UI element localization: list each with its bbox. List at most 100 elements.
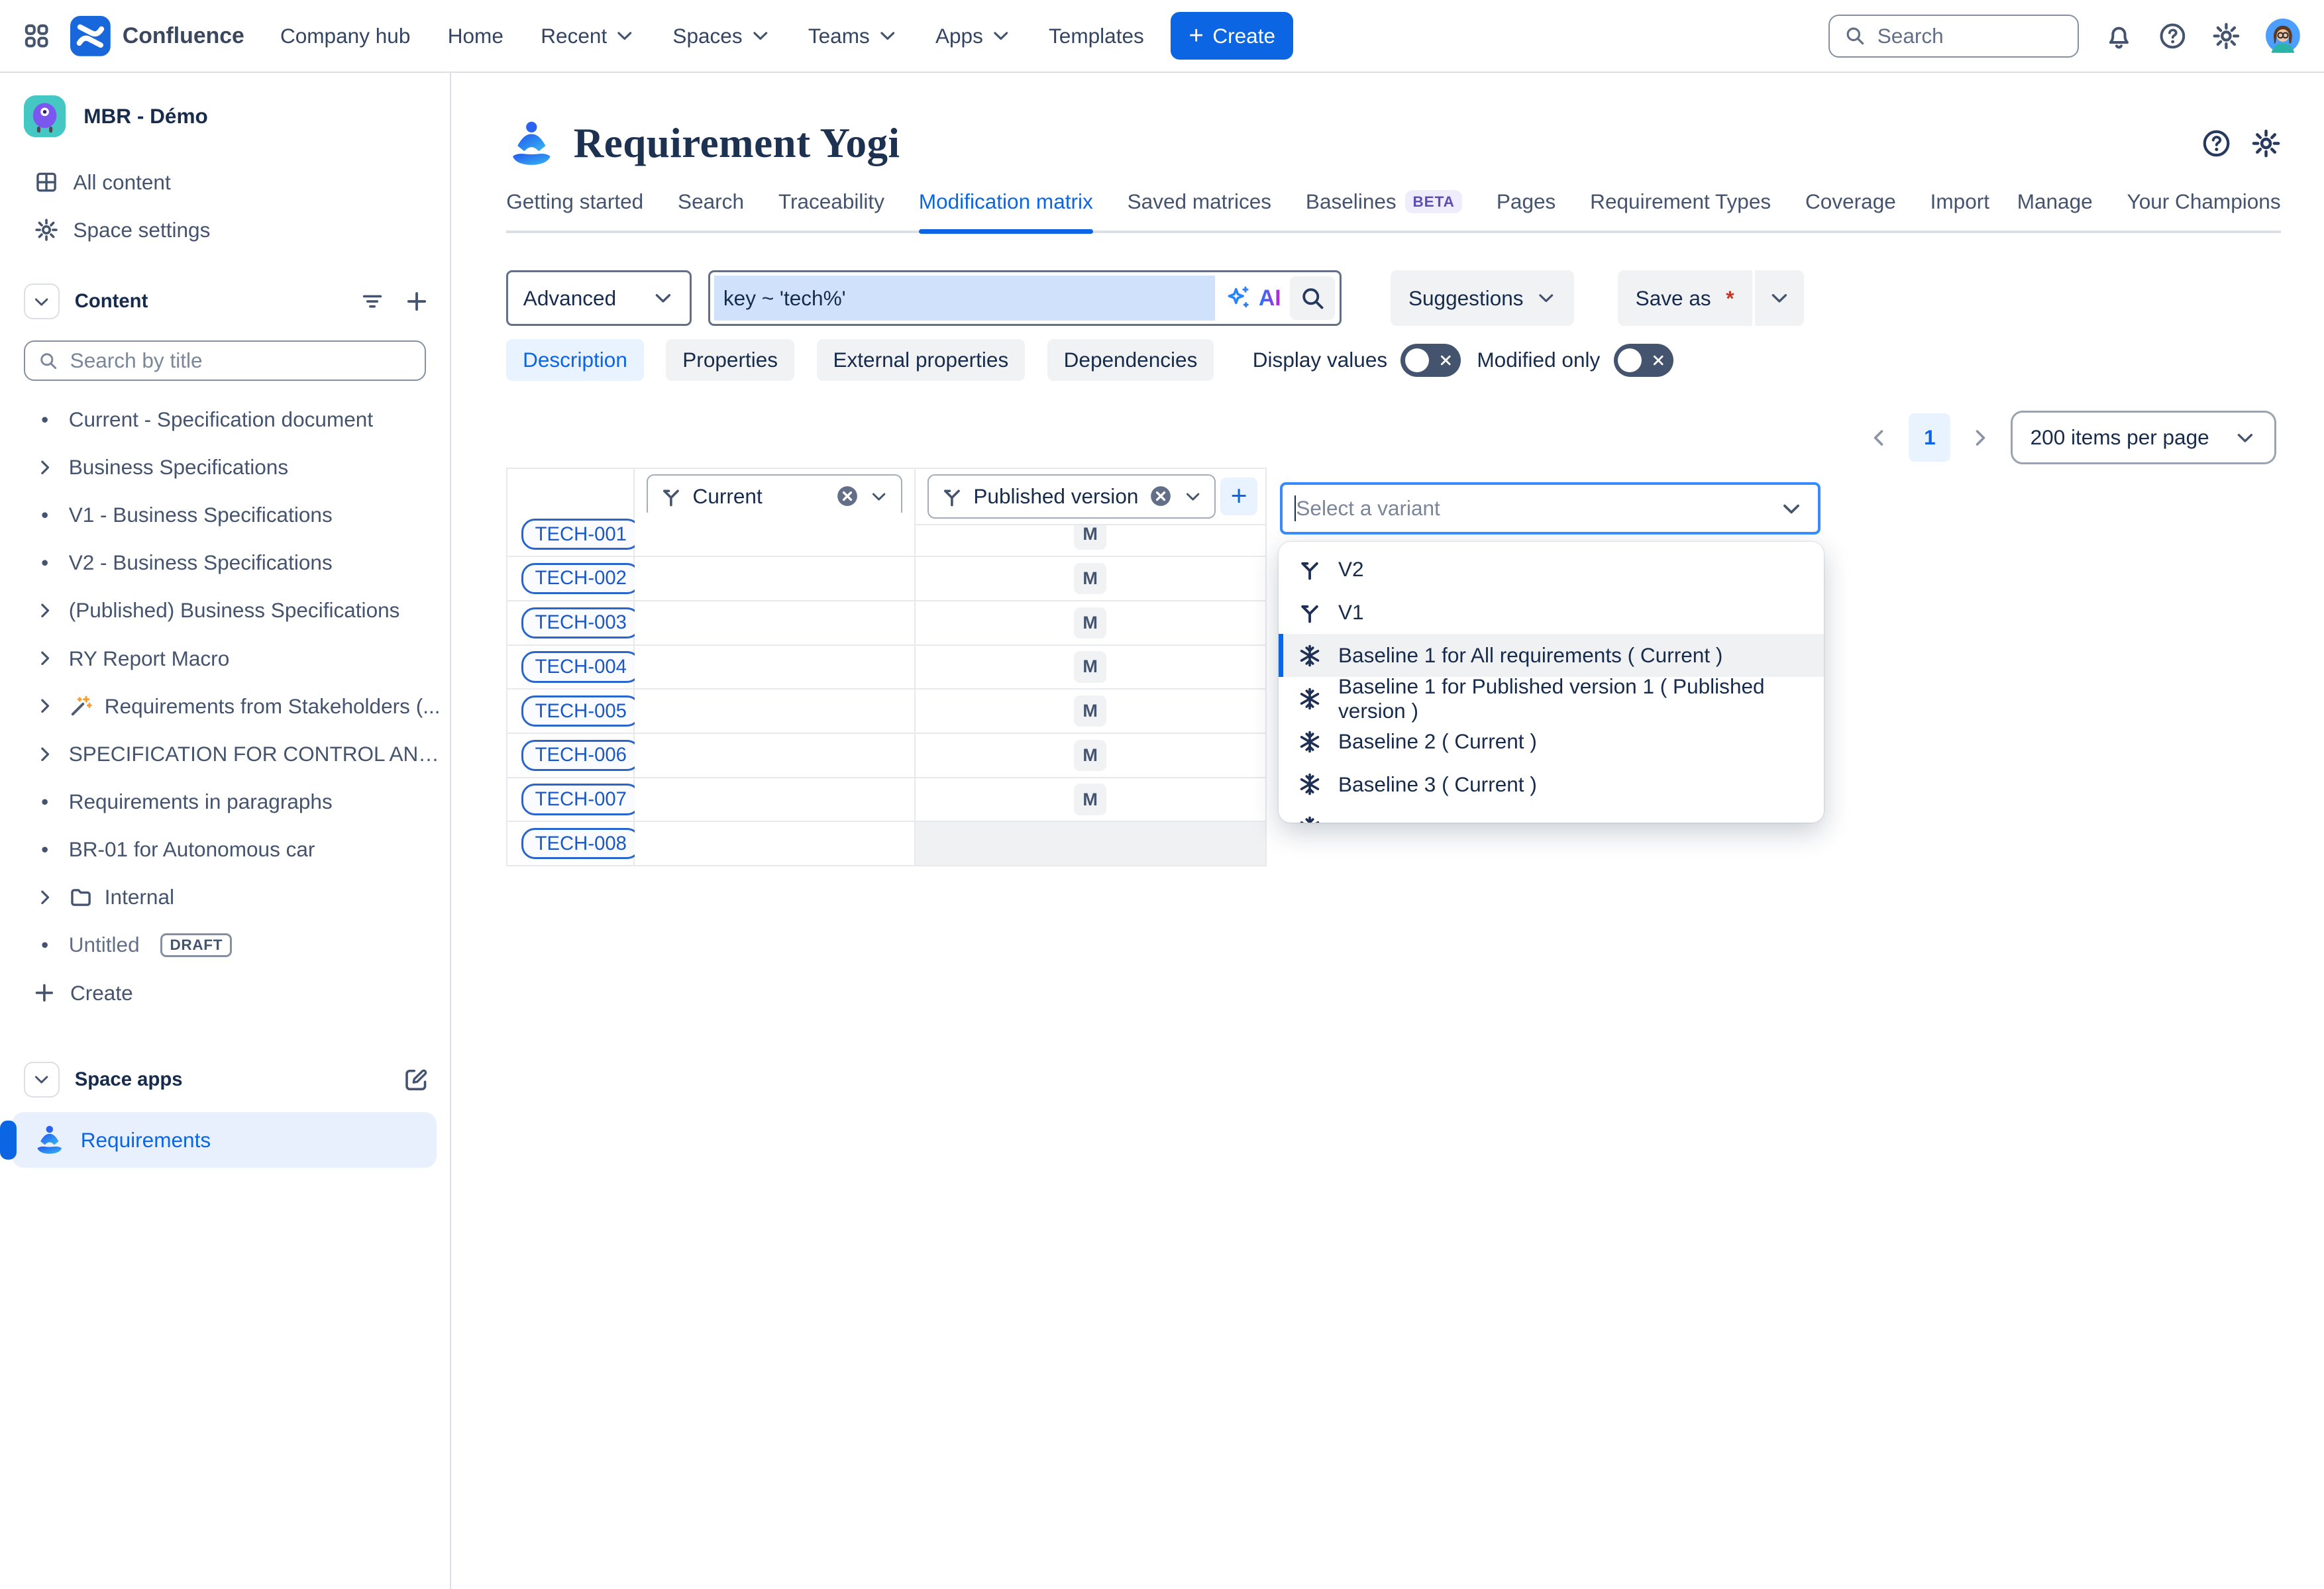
tab-saved-matrices[interactable]: Saved matrices [1128, 189, 1271, 231]
add-content-icon[interactable] [405, 289, 429, 313]
remove-column-icon[interactable] [1149, 484, 1173, 508]
tree-item[interactable]: Requirements from Stakeholders (... [0, 682, 450, 730]
chevron-down-icon[interactable] [869, 487, 888, 506]
tree-item[interactable]: Internal [0, 874, 450, 921]
nav-teams[interactable]: Teams [808, 24, 898, 48]
tree-item[interactable]: Business Specifications [0, 444, 450, 491]
help-icon[interactable] [2158, 22, 2187, 50]
chip-external-properties[interactable]: External properties [817, 339, 1025, 381]
variant-fork-icon [660, 486, 682, 508]
notifications-bell-icon[interactable] [2105, 22, 2133, 50]
variant-option-baseline-2[interactable]: Baseline 2 ( Current ) [1279, 720, 1824, 763]
column-header-published-version: Published version + [916, 469, 1267, 526]
settings-gear-icon[interactable] [2212, 22, 2241, 50]
tab-coverage[interactable]: Coverage [1805, 189, 1896, 231]
nav-company-hub[interactable]: Company hub [280, 24, 410, 48]
tree-item[interactable]: •Current - Specification document [0, 395, 450, 443]
tree-item[interactable]: •Requirements in paragraphs [0, 778, 450, 825]
user-avatar[interactable] [2266, 19, 2300, 53]
items-per-page-select[interactable]: 200 items per page [2011, 411, 2276, 464]
next-page-icon[interactable] [1968, 426, 1992, 450]
nav-apps[interactable]: Apps [935, 24, 1012, 48]
save-as-menu-button[interactable] [1755, 270, 1804, 325]
collapse-space-apps-button[interactable] [24, 1062, 60, 1098]
sidebar-item-requirements[interactable]: Requirements [12, 1112, 437, 1167]
modified-only-toggle[interactable] [1614, 344, 1673, 377]
sidebar-search-input[interactable] [70, 348, 411, 373]
tree-item[interactable]: RY Report Macro [0, 635, 450, 682]
variant-option-baseline-1-all[interactable]: Baseline 1 for All requirements ( Curren… [1279, 634, 1824, 677]
tree-item[interactable]: •V2 - Business Specifications [0, 539, 450, 587]
requirement-key-link[interactable]: TECH-001 [521, 519, 641, 550]
tab-search[interactable]: Search [678, 189, 744, 231]
variant-option-v1[interactable]: V1 [1279, 591, 1824, 634]
tree-item[interactable]: •UntitledDRAFT [0, 921, 450, 969]
nav-spaces[interactable]: Spaces [672, 24, 770, 48]
requirement-key-link[interactable]: TECH-006 [521, 740, 641, 771]
requirement-key-link[interactable]: TECH-005 [521, 695, 641, 727]
collapse-content-button[interactable] [24, 283, 60, 319]
query-mode-select[interactable]: Advanced [506, 270, 692, 325]
settings-gear-icon[interactable] [2251, 128, 2281, 158]
suggestions-button[interactable]: Suggestions [1391, 270, 1574, 325]
display-values-toggle[interactable] [1400, 344, 1460, 377]
search-icon [38, 351, 58, 370]
app-switcher-icon[interactable] [24, 23, 49, 48]
sidebar-item-space-settings[interactable]: Space settings [0, 206, 450, 254]
chip-dependencies[interactable]: Dependencies [1047, 339, 1214, 381]
tree-item[interactable]: SPECIFICATION FOR CONTROL AND... [0, 730, 450, 778]
requirement-key-link[interactable]: TECH-007 [521, 784, 641, 815]
tab-traceability[interactable]: Traceability [778, 189, 884, 231]
save-as-button[interactable]: Save as* [1618, 270, 1755, 325]
variant-select-input[interactable]: Select a variant [1280, 482, 1821, 535]
query-input[interactable]: key ~ 'tech%' AI [708, 270, 1342, 325]
published-version-column-chip[interactable]: Published version [927, 474, 1216, 519]
selected-indicator [0, 1121, 17, 1160]
space-header[interactable]: MBR - Démo [0, 93, 450, 140]
nav-recent[interactable]: Recent [541, 24, 635, 48]
nav-home[interactable]: Home [448, 24, 503, 48]
tab-pages[interactable]: Pages [1497, 189, 1556, 231]
tree-item[interactable]: (Published) Business Specifications [0, 587, 450, 635]
requirement-key-link[interactable]: TECH-004 [521, 651, 641, 682]
bullet-icon: • [33, 407, 57, 432]
chip-properties[interactable]: Properties [666, 339, 794, 381]
remove-column-icon[interactable] [835, 484, 859, 508]
tab-getting-started[interactable]: Getting started [506, 189, 643, 231]
requirement-key-link[interactable]: TECH-002 [521, 563, 641, 594]
requirement-key-link[interactable]: TECH-003 [521, 607, 641, 639]
confluence-brand[interactable]: Confluence [70, 16, 244, 56]
tab-manage[interactable]: Manage [2017, 189, 2093, 231]
nav-templates[interactable]: Templates [1049, 24, 1144, 48]
global-search-box[interactable] [1828, 15, 2080, 58]
tree-item[interactable]: •V1 - Business Specifications [0, 491, 450, 539]
tab-baselines[interactable]: BaselinesBETA [1306, 189, 1462, 231]
requirement-key-link[interactable]: TECH-008 [521, 828, 641, 859]
variant-option-v2[interactable]: V2 [1279, 548, 1824, 591]
page-number[interactable]: 1 [1909, 413, 1950, 461]
published-cell: M [916, 690, 1267, 734]
add-column-button[interactable]: + [1220, 478, 1257, 515]
sidebar-search-box[interactable] [24, 340, 426, 381]
run-search-button[interactable] [1290, 276, 1335, 319]
filter-icon[interactable] [360, 289, 384, 313]
current-column-chip[interactable]: Current [647, 474, 902, 519]
create-button[interactable]: +Create [1171, 12, 1293, 60]
chip-description[interactable]: Description [506, 339, 643, 381]
help-icon[interactable] [2201, 128, 2231, 158]
global-search-input[interactable] [1877, 24, 2063, 48]
sidebar-create-button[interactable]: Create [0, 969, 450, 1017]
previous-page-icon[interactable] [1867, 426, 1891, 450]
tree-item[interactable]: •BR-01 for Autonomous car [0, 826, 450, 874]
tab-your-champions[interactable]: Your Champions [2127, 189, 2281, 231]
edit-pencil-icon[interactable] [403, 1067, 429, 1092]
chevron-down-icon[interactable] [1183, 487, 1202, 506]
variant-option-baseline-3[interactable]: Baseline 3 ( Current ) [1279, 763, 1824, 806]
content-tree: •Current - Specification document Busine… [0, 395, 450, 969]
tab-modification-matrix[interactable]: Modification matrix [919, 189, 1093, 231]
tab-import[interactable]: Import [1930, 189, 1989, 231]
variant-option-baseline-1-published[interactable]: Baseline 1 for Published version 1 ( Pub… [1279, 677, 1824, 720]
variant-option-clipped[interactable] [1279, 806, 1824, 823]
sidebar-item-all-content[interactable]: All content [0, 158, 450, 206]
tab-requirement-types[interactable]: Requirement Types [1590, 189, 1771, 231]
